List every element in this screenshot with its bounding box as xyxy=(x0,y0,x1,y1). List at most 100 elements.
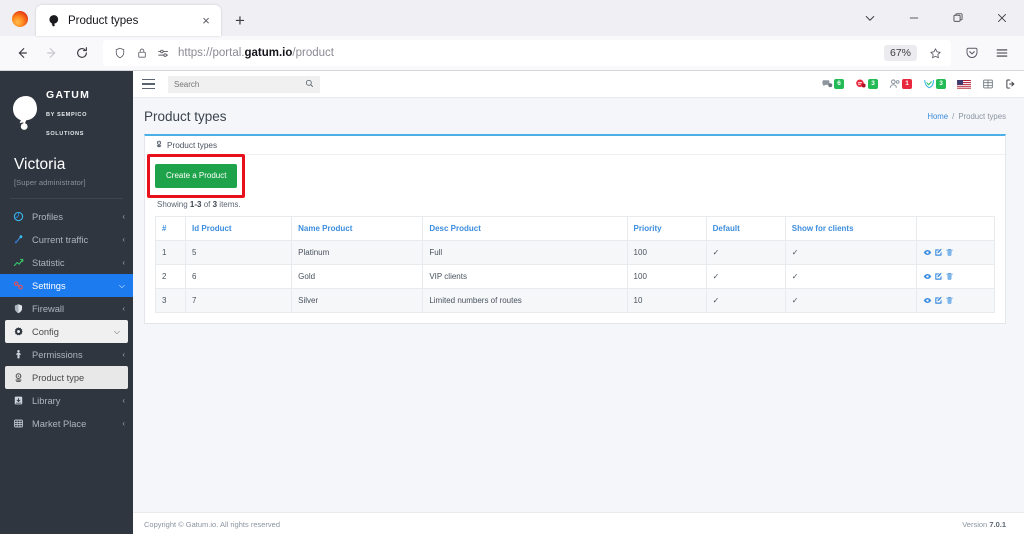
url-bar[interactable]: https://portal.gatum.io/product 67% xyxy=(103,40,951,66)
view-icon[interactable] xyxy=(923,296,932,305)
sidebar-item-settings[interactable]: Settings ⌵ xyxy=(0,274,133,298)
cell-priority: 100 xyxy=(626,264,707,289)
browser-tab-title: Product types xyxy=(68,14,139,27)
showing-middle: of xyxy=(201,200,213,209)
view-icon[interactable] xyxy=(923,248,932,257)
cell-default-check-icon: ✓ xyxy=(705,264,786,289)
apps-grid-icon[interactable] xyxy=(982,78,994,90)
star-icon[interactable] xyxy=(924,42,946,64)
permissions-icon xyxy=(12,349,24,360)
minimize-icon[interactable] xyxy=(892,0,936,36)
sidebar-item-current-traffic[interactable]: Current traffic ‹ xyxy=(0,228,133,251)
search-input[interactable] xyxy=(174,79,301,89)
app-menu-icon[interactable] xyxy=(988,40,1016,66)
support-icon[interactable]: 3 xyxy=(923,78,946,90)
sidebar-item-label: Profiles xyxy=(32,211,64,222)
url-text[interactable]: https://portal.gatum.io/product xyxy=(178,47,877,59)
language-flag-icon[interactable] xyxy=(957,79,971,89)
cell-desc-product: Full xyxy=(422,240,628,265)
delete-icon[interactable] xyxy=(945,296,954,305)
window-close-icon[interactable] xyxy=(980,0,1024,36)
table-row[interactable]: 2 6 Gold VIP clients 100 ✓ ✓ xyxy=(154,264,996,289)
card-header-label: Product types xyxy=(167,140,218,150)
showing-prefix: Showing xyxy=(157,200,190,209)
card-header: Product types xyxy=(145,136,1005,155)
shield-icon[interactable] xyxy=(112,46,127,61)
sidebar-nav: Profiles ‹ Current traffic ‹ Statistic ‹ xyxy=(0,205,133,435)
cell-name-product: Gold xyxy=(291,264,424,289)
table-row[interactable]: 1 5 Platinum Full 100 ✓ ✓ xyxy=(154,240,996,265)
column-header-id-product[interactable]: Id Product xyxy=(185,216,293,241)
column-header-actions xyxy=(915,216,996,241)
sidebar: GATUM BY SEMPICO SOLUTIONS Victoria [Sup… xyxy=(0,71,133,534)
hamburger-menu-icon[interactable] xyxy=(142,75,160,93)
product-type-icon xyxy=(12,372,24,383)
browser-tab[interactable]: Product types × xyxy=(36,5,221,36)
column-header-desc-product[interactable]: Desc Product xyxy=(422,216,628,241)
close-icon[interactable]: × xyxy=(198,13,214,29)
badge-count: 1 xyxy=(902,79,912,89)
permissions-settings-icon[interactable] xyxy=(156,46,171,61)
page-title: Product types xyxy=(144,109,227,124)
cell-priority: 100 xyxy=(626,240,707,265)
messages-icon[interactable]: 6 xyxy=(821,78,844,90)
badge-count: 3 xyxy=(936,79,946,89)
breadcrumb-home[interactable]: Home xyxy=(927,112,948,121)
lock-icon[interactable] xyxy=(134,46,149,61)
column-header-num[interactable]: # xyxy=(154,216,187,241)
cell-name-product: Platinum xyxy=(291,240,424,265)
search-box[interactable] xyxy=(168,75,320,93)
brand-text: GATUM BY SEMPICO SOLUTIONS xyxy=(46,85,125,140)
footer-version: Version 7.0.1 xyxy=(962,520,1006,529)
sidebar-item-statistic[interactable]: Statistic ‹ xyxy=(0,251,133,274)
column-header-name-product[interactable]: Name Product xyxy=(291,216,424,241)
forward-button[interactable] xyxy=(38,40,66,66)
column-header-default[interactable]: Default xyxy=(705,216,786,241)
settings-icon xyxy=(12,280,24,291)
delete-icon[interactable] xyxy=(945,272,954,281)
maximize-icon[interactable] xyxy=(936,0,980,36)
product-types-table: # Id Product Name Product Desc Product P… xyxy=(154,216,996,313)
url-domain: gatum.io xyxy=(244,47,293,59)
chevron-left-icon: ‹ xyxy=(122,350,125,360)
new-tab-button[interactable]: + xyxy=(227,7,253,33)
traffic-icon xyxy=(12,234,24,245)
column-header-show-for-clients[interactable]: Show for clients xyxy=(784,216,917,241)
sidebar-item-library[interactable]: Library ‹ xyxy=(0,389,133,412)
back-button[interactable] xyxy=(8,40,36,66)
sidebar-item-market-place[interactable]: Market Place ‹ xyxy=(0,412,133,435)
sidebar-item-profiles[interactable]: Profiles ‹ xyxy=(0,205,133,228)
chevron-down-icon[interactable] xyxy=(848,0,892,36)
column-header-priority[interactable]: Priority xyxy=(626,216,707,241)
sidebar-item-firewall[interactable]: Firewall ‹ xyxy=(0,297,133,320)
zoom-level-badge[interactable]: 67% xyxy=(883,45,917,61)
edit-icon[interactable] xyxy=(934,272,943,281)
reload-button[interactable] xyxy=(68,40,96,66)
showing-count: Showing 1-3 of 3 items. xyxy=(157,200,995,209)
sidebar-item-product-type[interactable]: Product type xyxy=(5,366,128,390)
brand[interactable]: GATUM BY SEMPICO SOLUTIONS xyxy=(0,71,133,146)
users-icon[interactable]: 1 xyxy=(889,78,912,90)
table-row[interactable]: 3 7 Silver Limited numbers of routes 10 … xyxy=(154,288,996,313)
sidebar-item-label: Library xyxy=(32,395,61,406)
logout-icon[interactable] xyxy=(1005,78,1017,90)
sidebar-item-permissions[interactable]: Permissions ‹ xyxy=(0,343,133,366)
sidebar-item-config[interactable]: Config ⌵ xyxy=(5,320,128,344)
main-content: 6 3 1 3 xyxy=(133,71,1024,534)
create-product-button[interactable]: Create a Product xyxy=(155,164,238,188)
pocket-icon[interactable] xyxy=(958,40,986,66)
sidebar-item-label: Statistic xyxy=(32,257,65,268)
badge-count: 3 xyxy=(868,79,878,89)
sidebar-item-label: Permissions xyxy=(32,349,83,360)
profiles-icon xyxy=(12,211,24,222)
edit-icon[interactable] xyxy=(934,248,943,257)
alerts-icon[interactable]: 3 xyxy=(855,78,878,90)
view-icon[interactable] xyxy=(923,272,932,281)
edit-icon[interactable] xyxy=(934,296,943,305)
product-types-card: Product types Create a Product Showing 1… xyxy=(144,134,1006,324)
delete-icon[interactable] xyxy=(945,248,954,257)
cell-num: 3 xyxy=(154,288,187,313)
footer: Copyright © Gatum.io. All rights reserve… xyxy=(133,512,1024,534)
search-icon[interactable] xyxy=(305,79,314,90)
gear-icon xyxy=(12,326,24,337)
